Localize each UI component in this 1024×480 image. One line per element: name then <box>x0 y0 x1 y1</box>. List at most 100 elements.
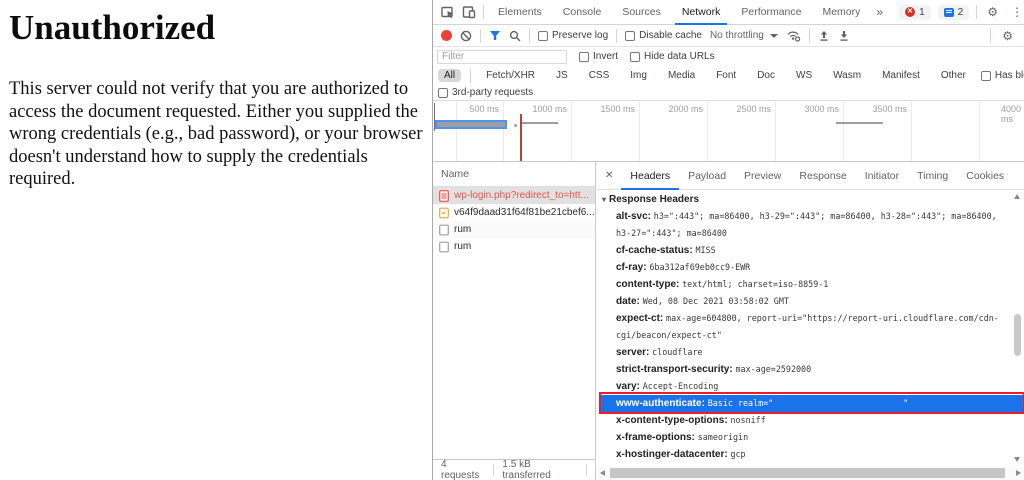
vertical-scroll-thumb[interactable] <box>1014 314 1021 356</box>
third-party-row: 3rd-party requests <box>433 85 1024 100</box>
third-party-option[interactable]: 3rd-party requests <box>438 87 533 98</box>
response-headers-section[interactable]: ▾Response Headers <box>602 194 1024 205</box>
error-count-badge[interactable]: ✕ 1 <box>899 5 931 20</box>
header-row: cf-ray: 6ba312af69eb0cc9-EWR <box>616 259 1000 276</box>
tab-console[interactable]: Console <box>556 0 609 25</box>
header-name: x-frame-options: <box>616 432 695 443</box>
scroll-right-icon[interactable] <box>1016 470 1021 476</box>
header-row: date: Wed, 08 Dec 2021 03:58:02 GMT <box>616 293 1000 310</box>
header-row: x-content-type-options: nosniff <box>616 412 1000 429</box>
horizontal-scrollbar[interactable] <box>597 466 1024 480</box>
scroll-down-icon[interactable] <box>1014 457 1020 462</box>
section-label: Response Headers <box>609 194 699 205</box>
header-value: Basic realm=" <box>708 398 774 408</box>
request-row[interactable]: wp-login.php?redirect_to=htt... <box>433 187 595 204</box>
detail-tab-initiator[interactable]: Initiator <box>856 162 908 190</box>
network-conditions-icon[interactable] <box>786 29 801 42</box>
message-count-badge[interactable]: 2 <box>938 5 970 20</box>
divider <box>529 29 530 43</box>
settings-gear-icon[interactable]: ⚙ <box>984 5 1001 19</box>
type-filter-font[interactable]: Font <box>710 69 742 82</box>
header-name: strict-transport-security: <box>616 364 733 375</box>
request-row[interactable]: v64f9daad31f64f81be21cbef6... <box>433 204 595 221</box>
browser-page: Unauthorized This server could not verif… <box>0 0 432 480</box>
tab-elements[interactable]: Elements <box>491 0 549 25</box>
page-body-text: This server could not verify that you ar… <box>9 78 433 191</box>
type-filter-manifest[interactable]: Manifest <box>876 69 926 82</box>
column-header-name[interactable]: Name <box>433 162 595 187</box>
export-har-icon[interactable] <box>838 30 850 42</box>
search-icon[interactable] <box>509 30 521 42</box>
type-filter-img[interactable]: Img <box>624 69 653 82</box>
divider <box>616 29 617 43</box>
disable-cache-option[interactable]: Disable cache <box>625 30 702 41</box>
has-blocked-cookies-checkbox[interactable] <box>981 71 991 81</box>
type-filter-wasm[interactable]: Wasm <box>827 69 867 82</box>
type-filter-all[interactable]: All <box>438 69 461 82</box>
disable-cache-checkbox[interactable] <box>625 31 635 41</box>
third-party-checkbox[interactable] <box>438 88 448 98</box>
overflow-menu-icon[interactable]: ⋮ <box>1008 5 1024 19</box>
device-toolbar-icon[interactable] <box>462 5 476 19</box>
header-name: www-authenticate: <box>616 398 705 409</box>
header-row-www-authenticate-highlighted[interactable]: www-authenticate: Basic realm="" <box>601 395 1024 412</box>
throttling-select[interactable]: No throttling <box>710 30 778 41</box>
network-summary-bar: 4 requests 1.5 kB transferred <box>433 459 595 480</box>
divider <box>493 464 494 476</box>
detail-tab-headers[interactable]: Headers <box>621 162 679 190</box>
scroll-up-icon[interactable] <box>1014 194 1020 199</box>
request-row[interactable]: rum <box>433 221 595 238</box>
request-row[interactable]: rum <box>433 238 595 255</box>
tab-memory[interactable]: Memory <box>815 0 867 25</box>
type-filter-fetch-xhr[interactable]: Fetch/XHR <box>480 69 541 82</box>
tab-performance[interactable]: Performance <box>734 0 808 25</box>
tab-sources[interactable]: Sources <box>615 0 668 25</box>
hide-data-urls-checkbox[interactable] <box>630 52 640 62</box>
filter-funnel-icon[interactable] <box>489 30 501 41</box>
record-network-log-button[interactable] <box>441 30 452 41</box>
tick-label: 1000 ms <box>532 104 567 114</box>
header-name: vary: <box>616 381 640 392</box>
disable-cache-label: Disable cache <box>639 30 702 41</box>
network-settings-gear-icon[interactable]: ⚙ <box>999 29 1016 43</box>
invert-checkbox[interactable] <box>579 52 589 62</box>
vertical-scrollbar[interactable] <box>1011 192 1024 464</box>
tick-label: 3500 ms <box>872 104 907 114</box>
scroll-left-icon[interactable] <box>600 470 605 476</box>
detail-tab-preview[interactable]: Preview <box>735 162 790 190</box>
more-tabs-icon[interactable]: » <box>874 5 885 19</box>
type-filter-ws[interactable]: WS <box>790 69 818 82</box>
type-filter-media[interactable]: Media <box>662 69 701 82</box>
type-filter-css[interactable]: CSS <box>583 69 616 82</box>
detail-tab-response[interactable]: Response <box>790 162 855 190</box>
import-har-icon[interactable] <box>818 30 830 42</box>
header-name: cf-cache-status: <box>616 245 693 256</box>
close-detail-icon[interactable]: ✕ <box>597 170 621 181</box>
tick-label: 2500 ms <box>736 104 771 114</box>
type-filter-other[interactable]: Other <box>935 69 972 82</box>
horizontal-scroll-thumb[interactable] <box>610 468 1005 478</box>
inspect-element-icon[interactable] <box>441 5 455 19</box>
hide-data-urls-option[interactable]: Hide data URLs <box>630 51 715 62</box>
header-value: Wed, 08 Dec 2021 03:58:02 GMT <box>643 296 789 306</box>
header-row: vary: Accept-Encoding <box>616 378 1000 395</box>
type-filter-js[interactable]: JS <box>550 69 574 82</box>
devtools-main-tabbar: Elements Console Sources Network Perform… <box>433 0 1024 25</box>
plain-file-icon <box>439 224 449 236</box>
has-blocked-cookies-option[interactable]: Has blocked cookies <box>981 70 1024 81</box>
network-overview-timeline[interactable]: 500 ms 1000 ms 1500 ms 2000 ms 2500 ms 3… <box>433 100 1024 162</box>
invert-label: Invert <box>593 51 618 62</box>
detail-tab-payload[interactable]: Payload <box>679 162 735 190</box>
type-filter-doc[interactable]: Doc <box>751 69 781 82</box>
transferred-size: 1.5 kB transferred <box>502 459 578 480</box>
filter-input[interactable] <box>437 50 567 64</box>
preserve-log-option[interactable]: Preserve log <box>538 30 608 41</box>
header-name: content-type: <box>616 279 679 290</box>
preserve-log-checkbox[interactable] <box>538 31 548 41</box>
clear-network-log-icon[interactable] <box>460 30 472 42</box>
detail-tab-timing[interactable]: Timing <box>908 162 957 190</box>
invert-option[interactable]: Invert <box>579 51 618 62</box>
tab-network[interactable]: Network <box>675 0 728 25</box>
detail-tab-cookies[interactable]: Cookies <box>957 162 1013 190</box>
preserve-log-label: Preserve log <box>552 30 608 41</box>
